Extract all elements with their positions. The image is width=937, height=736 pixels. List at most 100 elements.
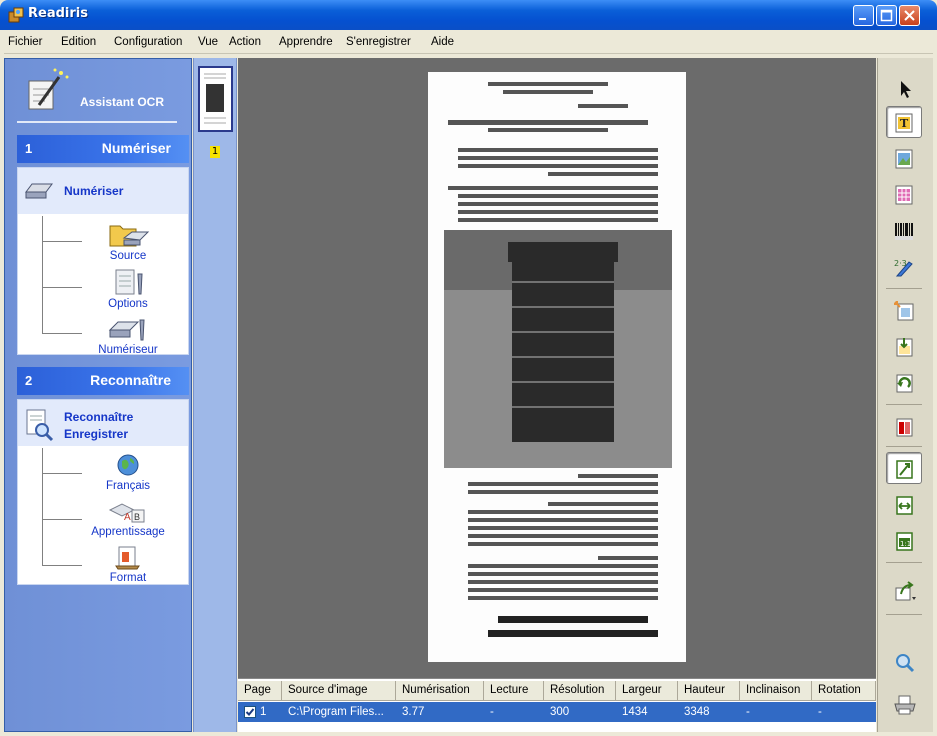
tree-connector [42, 448, 82, 474]
globe-icon [117, 454, 139, 476]
col-numerisation[interactable]: Numérisation [396, 681, 484, 701]
reconnaitre-format[interactable]: Format [88, 544, 168, 584]
scanned-page[interactable] [428, 72, 686, 662]
options-label: Options [108, 298, 148, 310]
rotate-icon [896, 374, 913, 393]
cell-largeur: 1434 [622, 706, 648, 718]
menu-edition[interactable]: Edition [61, 36, 96, 48]
col-page[interactable]: Page [238, 681, 282, 701]
thumbnail-preview [200, 68, 231, 130]
section-reconnaitre-header[interactable]: 2 Reconnaître [17, 367, 189, 395]
cell-resolution: 300 [550, 706, 570, 718]
numeriser-options[interactable]: Options [88, 268, 168, 310]
language-label: Français [105, 480, 151, 492]
learning-icon: A B [108, 503, 145, 523]
table-zone-icon [895, 185, 913, 205]
handwriting-zone-button[interactable]: 2·3 [886, 250, 922, 282]
export-button[interactable] [886, 574, 922, 606]
numeriser-scanner[interactable]: Numériseur [88, 314, 168, 356]
learning-label: Apprentissage [91, 526, 165, 538]
order-zones-button[interactable] [886, 330, 922, 362]
section-numeriser-body: Numériser Source Options Numériseur [17, 167, 189, 356]
col-resolution[interactable]: Résolution [544, 681, 616, 701]
menu-action[interactable]: Action [229, 36, 261, 48]
ocr-assistant-panel: Assistant OCR 1 Numériser Numériser Sour… [4, 58, 192, 732]
menu-configuration[interactable]: Configuration [114, 36, 182, 48]
tree-connector [42, 288, 82, 334]
source-label: Source [109, 250, 147, 262]
section-title: Reconnaître [90, 372, 171, 388]
col-lecture[interactable]: Lecture [484, 681, 544, 701]
thumbnail-strip: 1 [193, 58, 237, 732]
split-button[interactable] [886, 410, 922, 442]
tree-connector [42, 216, 82, 242]
magic-wand-icon [28, 68, 69, 110]
reconnaitre-langue[interactable]: Français [88, 452, 168, 492]
tree-connector [42, 242, 82, 288]
menu-vue[interactable]: Vue [198, 36, 218, 48]
menu-apprendre[interactable]: Apprendre [279, 36, 333, 48]
rotate-button[interactable] [886, 366, 922, 398]
readiris-app-icon [8, 7, 24, 23]
close-icon [904, 10, 915, 21]
maximize-button[interactable] [876, 5, 897, 26]
svg-text:1:1: 1:1 [900, 540, 911, 548]
zoom-button[interactable] [886, 646, 922, 678]
fit-page-button[interactable] [886, 452, 922, 484]
menu-aide[interactable]: Aide [431, 36, 454, 48]
minimize-icon [859, 18, 866, 20]
auto-analysis-button[interactable] [886, 294, 922, 326]
toolbar-separator [886, 614, 922, 615]
image-view[interactable] [238, 58, 876, 678]
col-hauteur[interactable]: Hauteur [678, 681, 740, 701]
scanner-wrench-icon [108, 319, 145, 341]
cell-page: 1 [260, 706, 267, 718]
cell-inclinaison: - [746, 706, 750, 718]
fit-page-icon [896, 460, 913, 479]
print-icon [894, 695, 916, 715]
picture-zone-button[interactable] [886, 142, 922, 174]
table-zone-button[interactable] [886, 178, 922, 210]
menu-senregistrer[interactable]: S'enregistrer [346, 36, 411, 48]
scanner-icon [25, 183, 53, 199]
zoom-icon [896, 654, 915, 673]
menu-fichier[interactable]: Fichier [8, 36, 43, 48]
actual-size-button[interactable]: 1:1 [886, 524, 922, 556]
window-title: Readiris [28, 6, 88, 21]
numeriser-source[interactable]: Source [88, 220, 168, 262]
pages-table: Page Source d'image Numérisation Lecture… [238, 678, 876, 732]
svg-text:T: T [900, 117, 909, 130]
menu-bar: Fichier Edition Configuration Vue Action… [4, 30, 933, 54]
minimize-button[interactable] [853, 5, 874, 26]
col-largeur[interactable]: Largeur [616, 681, 678, 701]
enregistrer-link[interactable]: Enregistrer [64, 427, 128, 441]
scanner-label: Numériseur [98, 344, 158, 356]
toolbar-separator [886, 446, 922, 447]
print-button[interactable] [886, 688, 922, 720]
cell-lecture: - [490, 706, 494, 718]
assistant-title: Assistant OCR [80, 95, 165, 109]
pointer-button[interactable] [886, 72, 922, 104]
section-numeriser-header[interactable]: 1 Numériser [17, 135, 189, 163]
tree-connector [42, 474, 82, 520]
assistant-header: Assistant OCR [25, 67, 175, 127]
fit-width-button[interactable] [886, 488, 922, 520]
col-rotation[interactable]: Rotation [812, 681, 876, 701]
close-button[interactable] [899, 5, 920, 26]
numeriser-link[interactable]: Numériser [64, 184, 123, 198]
section-number: 1 [25, 141, 33, 156]
export-icon [895, 581, 916, 601]
options-icon [115, 269, 143, 295]
barcode-zone-button[interactable] [886, 214, 922, 246]
format-label: Format [109, 572, 147, 584]
page-thumbnail[interactable] [198, 66, 233, 132]
svg-text:B: B [134, 512, 140, 522]
col-inclinaison[interactable]: Inclinaison [740, 681, 812, 701]
col-source[interactable]: Source d'image [282, 681, 396, 701]
format-icon [115, 546, 140, 570]
section-number: 2 [25, 373, 33, 388]
text-zone-button[interactable]: T [886, 106, 922, 138]
reconnaitre-link[interactable]: Reconnaître [64, 410, 133, 424]
toolbar-separator [886, 288, 922, 289]
reconnaitre-apprentissage[interactable]: A B Apprentissage [80, 500, 176, 538]
